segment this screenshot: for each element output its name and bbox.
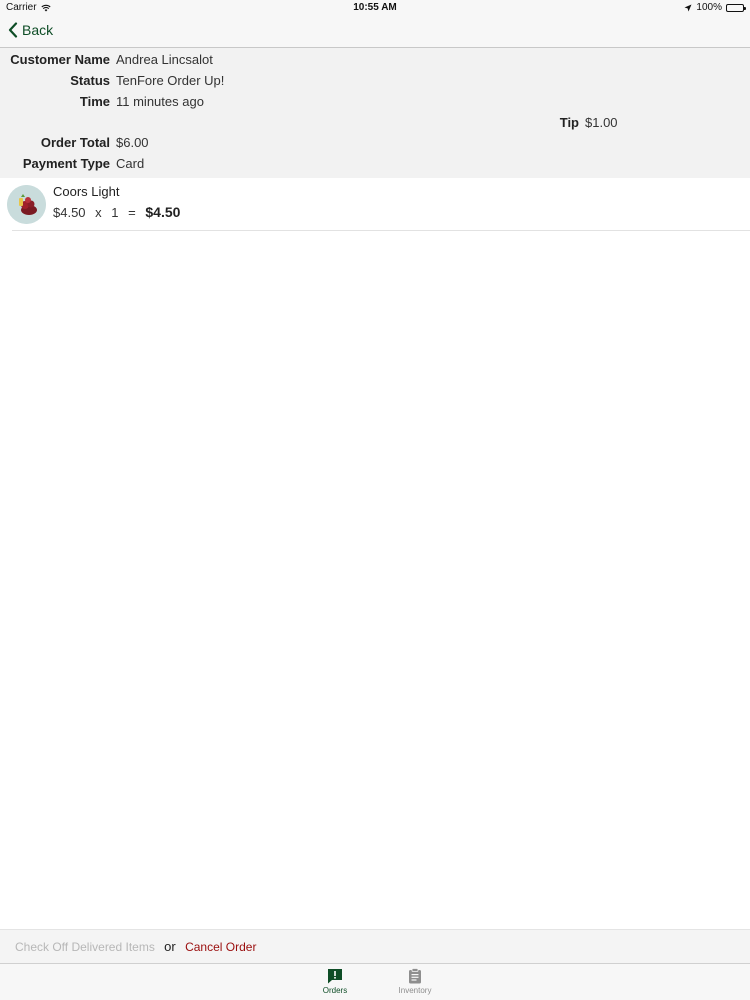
item-equals: =	[128, 205, 136, 220]
tab-orders[interactable]: Orders	[305, 968, 365, 995]
orders-icon	[328, 969, 342, 984]
list-item[interactable]: Coors Light $4.50 x 1 = $4.50	[0, 178, 750, 231]
status-right-group: 100%	[684, 2, 746, 13]
tip-label: Tip	[559, 115, 579, 130]
tab-bar: Orders Inventory	[0, 963, 750, 1000]
back-label: Back	[22, 22, 54, 38]
action-bar: Check Off Delivered Items or Cancel Orde…	[0, 929, 750, 963]
or-label: or	[164, 939, 176, 954]
customer-name-value: Andrea Lincsalot	[116, 52, 213, 67]
check-off-delivered-button[interactable]: Check Off Delivered Items	[15, 940, 155, 954]
nav-bar: Back	[0, 16, 750, 48]
beer-item-icon	[7, 185, 46, 224]
cancel-order-button[interactable]: Cancel Order	[185, 940, 256, 954]
order-details: Customer Name Andrea Lincsalot Status Te…	[0, 48, 750, 178]
time-value: 11 minutes ago	[116, 94, 204, 109]
order-total-label: Order Total	[40, 135, 110, 150]
payment-type-value: Card	[116, 156, 145, 171]
item-quantity: 1	[111, 205, 119, 220]
item-divider	[12, 230, 750, 231]
chevron-left-icon	[8, 22, 18, 38]
item-line-total: $4.50	[145, 204, 181, 220]
status-value: TenFore Order Up!	[116, 73, 225, 88]
item-unit-price: $4.50	[53, 205, 86, 220]
tip-value: $1.00	[585, 115, 618, 130]
status-time: 10:55 AM	[353, 2, 397, 13]
status-label: Status	[70, 73, 110, 88]
clipboard-icon	[409, 968, 421, 984]
tip-row: Tip $1.00	[540, 114, 618, 132]
battery-percent: 100%	[696, 2, 722, 13]
payment-type-label: Payment Type	[22, 156, 110, 171]
item-name: Coors Light	[53, 184, 120, 199]
item-price-line: $4.50 x 1 = $4.50	[53, 204, 186, 220]
status-bar: Carrier 10:55 AM 100%	[0, 0, 750, 16]
battery-icon	[726, 3, 746, 12]
item-times: x	[95, 205, 102, 220]
tab-inventory[interactable]: Inventory	[385, 968, 445, 995]
location-arrow-icon	[684, 4, 692, 11]
tab-orders-label: Orders	[322, 986, 348, 995]
order-total-value: $6.00	[116, 135, 149, 150]
tab-inventory-label: Inventory	[398, 986, 432, 995]
time-label: Time	[79, 94, 110, 109]
back-button[interactable]: Back	[8, 22, 53, 38]
customer-name-label: Customer Name	[10, 52, 110, 67]
